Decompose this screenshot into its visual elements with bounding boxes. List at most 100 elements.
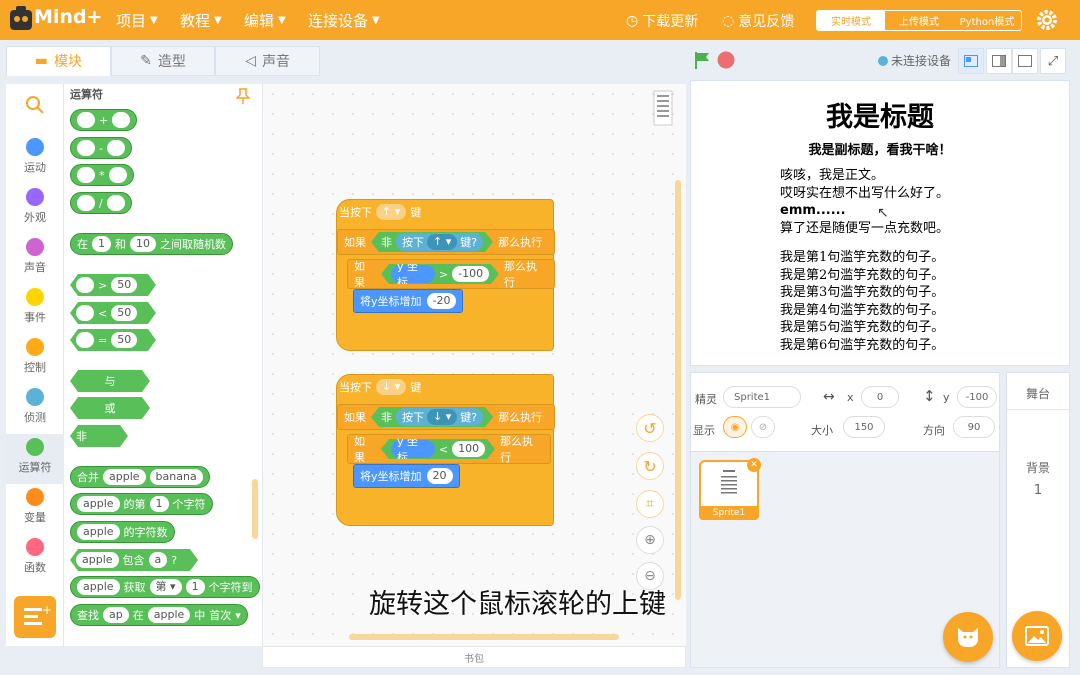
- block-add[interactable]: +: [70, 109, 138, 131]
- menu-tutorial[interactable]: 教程 ▼: [180, 10, 222, 31]
- slot[interactable]: apple: [76, 552, 119, 568]
- backpack-bar[interactable]: 书包: [262, 646, 686, 668]
- slot[interactable]: [112, 112, 131, 128]
- block-multiply[interactable]: *: [70, 164, 134, 186]
- mode-python[interactable]: Python模式: [953, 11, 1021, 30]
- hide-button[interactable]: ⊘: [751, 416, 775, 438]
- block-less[interactable]: <50: [70, 302, 156, 324]
- zoom-in-button[interactable]: ⊕: [636, 526, 664, 554]
- slot[interactable]: 50: [111, 277, 137, 293]
- crop-button[interactable]: ⌗: [636, 490, 664, 518]
- inner-if-block[interactable]: 如果 y 坐标 <100 那么执行: [347, 434, 551, 464]
- slot[interactable]: 10: [130, 236, 156, 252]
- x-input[interactable]: 0: [861, 386, 899, 408]
- slot[interactable]: [77, 140, 95, 156]
- category-operators[interactable]: 运算符: [6, 434, 64, 484]
- y-input[interactable]: -100: [957, 386, 997, 408]
- extensions-button[interactable]: +: [14, 596, 56, 638]
- value-slot[interactable]: 100: [452, 441, 485, 457]
- block-join[interactable]: 合并 apple banana: [70, 466, 210, 488]
- slot[interactable]: [76, 332, 94, 348]
- compare-block[interactable]: y 坐标 > -100: [381, 264, 499, 284]
- slot[interactable]: [108, 167, 127, 183]
- tab-sounds[interactable]: ◁ 声音: [215, 46, 321, 76]
- pin-icon[interactable]: [236, 88, 250, 104]
- key2-dropdown[interactable]: ↑ ▾: [427, 234, 457, 250]
- sprite-thumbnail[interactable]: ✕ Sprite1: [699, 458, 761, 520]
- menu-project[interactable]: 项目 ▼: [116, 10, 158, 31]
- slot[interactable]: 1: [185, 579, 205, 595]
- block-not[interactable]: 非: [70, 425, 128, 447]
- minimap-icon[interactable]: [653, 90, 673, 126]
- sprite-name-input[interactable]: Sprite1: [723, 386, 801, 408]
- workspace-v-scrollbar[interactable]: [675, 180, 681, 600]
- delta-slot[interactable]: -20: [426, 293, 457, 309]
- block-greater[interactable]: >50: [70, 274, 156, 296]
- not-block[interactable]: 非按下 ↑ ▾ 键?: [371, 232, 493, 252]
- undo-button[interactable]: ↺: [636, 414, 664, 442]
- block-random[interactable]: 在 1 和 10 之间取随机数: [70, 233, 233, 255]
- slot[interactable]: banana: [149, 469, 203, 485]
- y-reporter[interactable]: y 坐标: [391, 440, 435, 458]
- if-block[interactable]: 如果 非按下 ↓ ▾ 键? 那么执行: [337, 404, 555, 430]
- mode-realtime[interactable]: 实时模式: [817, 11, 885, 30]
- direction-input[interactable]: 90: [953, 416, 995, 438]
- slot[interactable]: [77, 167, 95, 183]
- block-and[interactable]: 与: [70, 370, 150, 392]
- workspace-h-scrollbar[interactable]: [349, 634, 619, 640]
- slot[interactable]: apple: [77, 524, 120, 540]
- slot[interactable]: [77, 112, 95, 128]
- add-backdrop-button[interactable]: [1012, 611, 1062, 661]
- size-input[interactable]: 150: [843, 416, 885, 438]
- gear-icon[interactable]: [1036, 9, 1058, 31]
- category-events[interactable]: 事件: [6, 284, 64, 334]
- category-functions[interactable]: 函数: [6, 534, 64, 584]
- layout-small-stage-button[interactable]: [958, 48, 984, 74]
- category-sensing[interactable]: 侦测: [6, 384, 64, 434]
- dropdown-slot[interactable]: 第 ▾: [149, 579, 182, 595]
- slot[interactable]: 50: [111, 332, 137, 348]
- category-variables[interactable]: 变量: [6, 484, 64, 534]
- feedback-button[interactable]: ◌ 意见反馈: [722, 11, 794, 31]
- add-sprite-button[interactable]: [943, 612, 993, 662]
- block-get-chars[interactable]: apple 获取第 ▾ 1 个字符到: [70, 576, 260, 598]
- slot[interactable]: 1: [149, 496, 169, 512]
- block-or[interactable]: 或: [70, 397, 150, 419]
- slot[interactable]: [76, 277, 94, 293]
- mode-upload[interactable]: 上传模式: [885, 11, 953, 30]
- key-pressed-block[interactable]: 按下 ↑ ▾ 键?: [396, 233, 483, 251]
- y-reporter[interactable]: y 坐标: [391, 265, 435, 283]
- update-button[interactable]: ◷ 下载更新: [626, 11, 698, 31]
- if-block[interactable]: 如果 非按下 ↑ ▾ 键? 那么执行: [337, 229, 555, 255]
- tab-blocks[interactable]: ▬ 模块: [6, 46, 111, 76]
- slot[interactable]: [106, 140, 125, 156]
- slot[interactable]: ap: [103, 607, 129, 623]
- delete-sprite-icon[interactable]: ✕: [747, 458, 761, 472]
- slot[interactable]: apple: [103, 469, 146, 485]
- stop-icon[interactable]: [716, 50, 736, 70]
- slot[interactable]: a: [149, 552, 168, 568]
- block-contains[interactable]: apple 包含 a?: [70, 549, 198, 571]
- category-motion[interactable]: 运动: [6, 134, 64, 184]
- green-flag-icon[interactable]: [692, 50, 712, 70]
- slot[interactable]: apple: [147, 607, 191, 623]
- value-slot[interactable]: -100: [452, 266, 489, 282]
- palette-scrollbar[interactable]: [252, 479, 258, 539]
- category-control[interactable]: 控制: [6, 334, 64, 384]
- key-dropdown[interactable]: ↑ ▾: [376, 204, 407, 220]
- block-subtract[interactable]: -: [70, 137, 132, 159]
- menu-connect[interactable]: 连接设备 ▼: [308, 10, 380, 31]
- block-equal[interactable]: = 50: [70, 329, 156, 351]
- show-visible-button[interactable]: ◉: [723, 416, 747, 438]
- slot[interactable]: 1: [92, 236, 111, 252]
- compare-block[interactable]: y 坐标 <100: [381, 439, 495, 459]
- dropdown-value[interactable]: 首次: [209, 607, 231, 623]
- code-workspace[interactable]: 当按下 ↑ ▾ 键 如果 非按下 ↑ ▾ 键? 那么执行 如果 y 坐标 > -100 那么…: [262, 84, 686, 646]
- search-icon[interactable]: [24, 94, 46, 116]
- block-divide[interactable]: /: [70, 192, 132, 214]
- slot[interactable]: 50: [111, 305, 137, 321]
- category-sound[interactable]: 声音: [6, 234, 64, 284]
- slot[interactable]: [77, 195, 95, 211]
- tab-costumes[interactable]: ✎ 造型: [110, 46, 216, 76]
- stage-canvas[interactable]: 我是标题 我是副标题，看我干啥！ 咳咳，我是正文。 哎呀实在想不出写什么好了。 …: [690, 80, 1070, 366]
